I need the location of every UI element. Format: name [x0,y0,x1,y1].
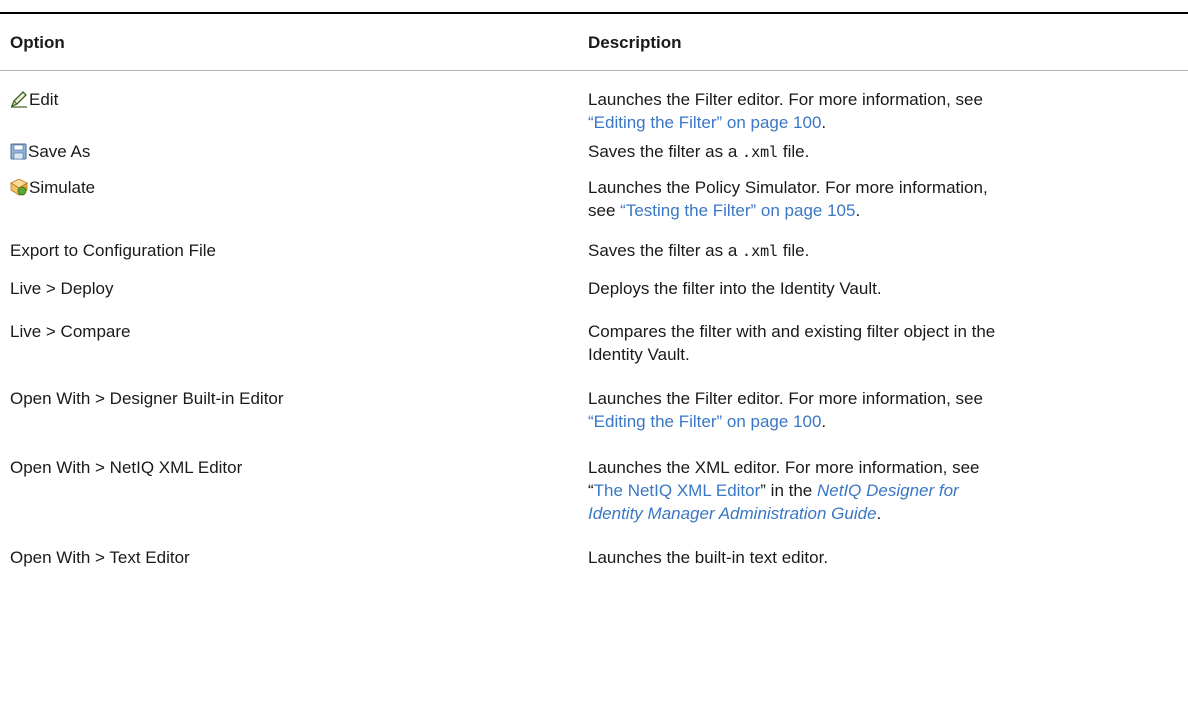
description-cell: Launches the Filter editor. For more inf… [588,385,1188,454]
description-cell: Launches the Policy Simulator. For more … [588,172,1188,228]
table-header: Option Description [0,14,1188,71]
description-text: Deploys the filter into the Identity Vau… [588,279,882,298]
option-cell: Open With > Text Editor [0,544,588,584]
description-cell: Compares the filter with and existing fi… [588,318,1188,385]
table-row: Export to Configuration File Saves the f… [0,228,1188,273]
option-cell: Open With > NetIQ XML Editor [0,454,588,544]
editing-filter-link[interactable]: “Editing the Filter” on page 100 [588,412,821,431]
header-description: Description [588,32,682,52]
option-label: Export to Configuration File [10,241,216,260]
description-text: Launches the XML editor. For more inform… [588,458,980,477]
admin-guide-link[interactable]: NetIQ Designer for [817,481,959,500]
description-cell: Saves the filter as a .xml file. [588,228,1188,273]
table-row: Live > Compare Compares the filter with … [0,318,1188,385]
table-row: Live > Deploy Deploys the filter into th… [0,273,1188,318]
description-cell: Launches the Filter editor. For more inf… [588,71,1188,132]
testing-filter-link[interactable]: “Testing the Filter” on page 105 [620,201,855,220]
option-label: Open With > Text Editor [10,548,190,567]
description-cell: Saves the filter as a .xml file. [588,127,1188,172]
option-cell: Open With > Designer Built-in Editor [0,385,588,454]
floppy-disk-icon [10,143,27,166]
option-label: Edit [29,90,59,109]
option-label: Live > Compare [10,322,131,341]
option-cell: Export to Configuration File [0,228,588,273]
simulate-icon [10,178,28,202]
option-label: Live > Deploy [10,279,114,298]
description-text: see [588,201,616,220]
table-row: Simulate Launches the Policy Simulator. … [0,172,1188,228]
option-label: Open With > NetIQ XML Editor [10,458,243,477]
pencil-icon [10,90,28,114]
description-text: ” in the [760,481,817,500]
description-text: Launches the Filter editor. For more inf… [588,90,983,109]
xml-extension: .xml [742,143,779,161]
description-text: Launches the Filter editor. For more inf… [588,389,983,408]
table-row: Save As Saves the filter as a .xml file. [0,127,1188,172]
option-cell: Live > Deploy [0,273,588,318]
description-tail: . [821,412,827,431]
description-cell: Deploys the filter into the Identity Vau… [588,273,1188,318]
header-option: Option [10,32,65,52]
description-text: Launches the built-in text editor. [588,548,829,567]
option-cell: Save As [0,127,588,172]
description-tail: . [855,201,861,220]
xml-extension: .xml [742,242,779,260]
admin-guide-link[interactable]: Identity Manager Administration Guide [588,504,877,523]
option-cell: Edit [0,71,588,127]
netiq-xml-editor-link[interactable]: The NetIQ XML Editor [594,481,761,500]
table-row: Open With > NetIQ XML Editor Launches th… [0,454,1188,544]
options-table: Option Description Edit Launches the Fil… [0,12,1188,584]
table-row: Open With > Text Editor Launches the bui… [0,544,1188,584]
description-tail: . [876,504,882,523]
option-cell: Simulate [0,172,588,228]
description-text: Saves the filter as a [588,241,738,260]
description-text: file. [782,241,810,260]
description-text: Identity Vault. [588,345,690,364]
description-text: file. [782,142,810,161]
description-text: Saves the filter as a [588,142,738,161]
table-row: Edit Launches the Filter editor. For mor… [0,71,1188,132]
option-label: Open With > Designer Built-in Editor [10,389,284,408]
option-label: Simulate [29,178,96,197]
option-label: Save As [28,142,91,161]
description-cell: Launches the XML editor. For more inform… [588,454,1188,544]
description-cell: Launches the built-in text editor. [588,544,1188,584]
description-text: Compares the filter with and existing fi… [588,322,996,341]
description-text: Launches the Policy Simulator. For more … [588,178,988,197]
table-row: Open With > Designer Built-in Editor Lau… [0,385,1188,454]
option-cell: Live > Compare [0,318,588,385]
